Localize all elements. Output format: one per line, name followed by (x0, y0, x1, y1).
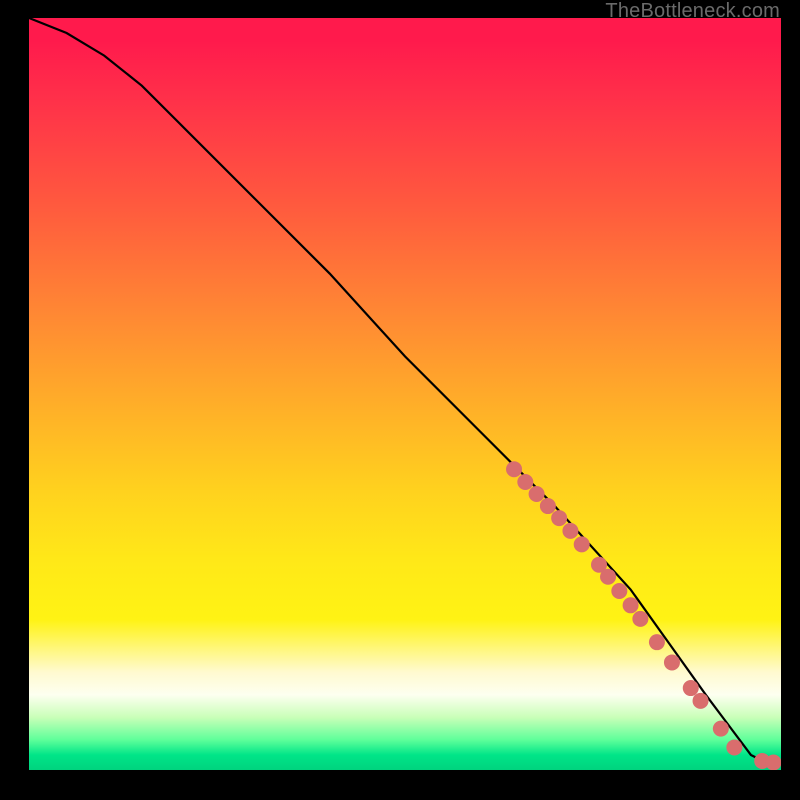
marker-group (506, 461, 781, 770)
marker-point (664, 654, 680, 670)
marker-point (693, 693, 709, 709)
marker-point (517, 474, 533, 490)
marker-point (529, 486, 545, 502)
marker-point (562, 523, 578, 539)
marker-point (683, 680, 699, 696)
marker-point (649, 634, 665, 650)
marker-point (632, 611, 648, 627)
marker-point (726, 739, 742, 755)
marker-point (623, 597, 639, 613)
chart-stage: TheBottleneck.com (0, 0, 800, 800)
marker-point (540, 498, 556, 514)
marker-point (506, 461, 522, 477)
marker-point (574, 536, 590, 552)
chart-svg (29, 18, 781, 770)
marker-point (551, 510, 567, 526)
marker-point (611, 583, 627, 599)
bottleneck-curve (29, 18, 781, 762)
marker-point (600, 569, 616, 585)
plot-area (29, 18, 781, 770)
marker-point (713, 721, 729, 737)
